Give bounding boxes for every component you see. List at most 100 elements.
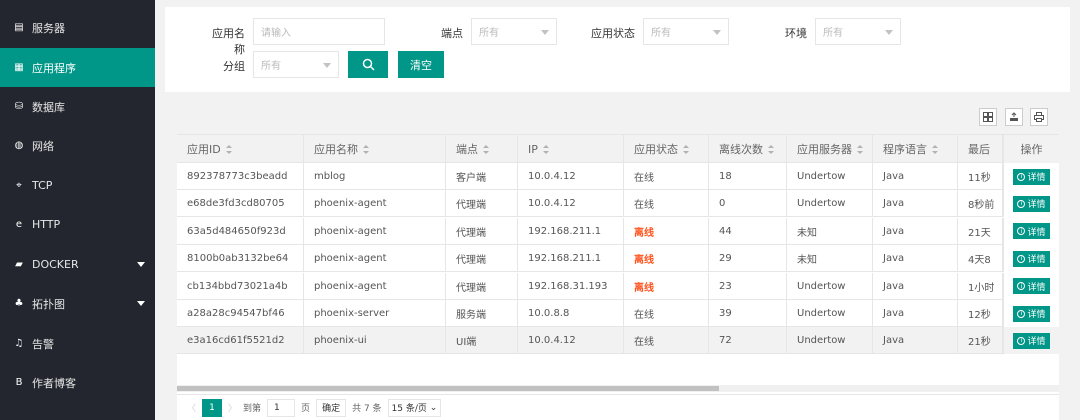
export-icon [1010,112,1018,121]
page-size-select[interactable]: 15 条/页 ⌄ [387,398,442,417]
sidebar-item-7[interactable]: ♣ 拓扑图 [0,284,155,323]
cell-ip: 10.0.4.12 [518,163,624,190]
column-header[interactable]: 端点 [446,135,518,163]
info-icon: i [1017,227,1026,236]
sort-icon[interactable] [363,144,369,154]
detail-button-label: 详情 [1027,337,1046,348]
cell-last: 12秒 [958,300,1003,327]
cell-endpoint: 代理端 [446,190,518,218]
cell-ip: 192.168.211.1 [518,245,624,273]
chevron-down-icon [541,30,549,35]
table-row[interactable]: 892378773c3beadd mblog 客户端 10.0.4.12 在线 18 Und… [177,163,1059,190]
group-select[interactable]: 所有 [253,51,339,78]
clear-button[interactable]: 清空 [398,51,444,78]
sort-icon[interactable] [768,144,774,154]
column-header[interactable]: IP [518,135,624,163]
table-toolbar [177,100,1059,135]
scrollbar-thumb[interactable] [177,386,719,391]
export-button[interactable] [1005,108,1023,126]
column-header[interactable]: 离线次数 [709,135,787,163]
app-name-input[interactable]: 请输入 [253,18,385,45]
sidebar-item-label: 数据库 [32,100,65,114]
sidebar-item-8[interactable]: ♫ 告警 [0,324,155,363]
sort-icon[interactable] [542,144,549,154]
page-1-button[interactable]: 1 [202,398,223,417]
cell-server: 未知 [787,245,873,273]
app-table-card: 应用ID 应用名称 端点 IP 应用状态 离线次数 应用服务器 程序语言 最后 操作 89237… [177,100,1059,420]
column-header-label: 应用名称 [314,143,358,156]
cell-last: 11秒 [958,163,1003,190]
main-content: 应用名称 请输入 端点 所有 应用状态 所有 环境 所有 分组 所有 清空 应用… [165,0,1080,420]
cell-ip: 10.0.4.12 [518,190,624,218]
sidebar-item-0[interactable]: ▤ 服务器 [0,8,155,47]
sort-icon[interactable] [857,144,863,154]
endpoint-select[interactable]: 所有 [471,18,557,45]
sort-icon[interactable] [483,144,489,154]
column-header-label: 端点 [456,143,478,156]
goto-label: 到第 [243,404,262,414]
cell-last: 8秒前 [958,190,1003,218]
sidebar-item-6[interactable]: ▰ DOCKER [0,245,155,284]
table-row[interactable]: a28a28c94547bf46 phoenix-server 服务端 10.0.8.… [177,300,1059,327]
detail-button[interactable]: i 详情 [1013,250,1050,267]
column-header[interactable]: 应用名称 [304,135,446,163]
print-button[interactable] [1030,108,1048,126]
table-row[interactable]: e68de3fd3cd80705 phoenix-agent 代理端 10.0.4.1… [177,190,1059,218]
columns-filter-button[interactable] [979,108,997,126]
column-header[interactable]: 应用服务器 [787,135,873,163]
column-header[interactable]: 程序语言 [873,135,958,163]
next-page-button[interactable]: 〉 [228,401,237,414]
cell-lang: Java [873,217,958,245]
sort-icon[interactable] [683,144,689,154]
chevron-down-icon [713,30,721,35]
detail-button[interactable]: i 详情 [1013,332,1050,349]
env-label: 环境 [785,27,807,40]
op-cell: i 详情 [1003,272,1059,300]
goto-page-input[interactable]: 1 [267,398,296,417]
table-row[interactable]: cb134bbd73021a4b phoenix-agent 代理端 192.168.… [177,272,1059,300]
table-row[interactable]: e3a16cd61f5521d2 phoenix-ui UI端 10.0.4.12 在线… [177,327,1059,355]
env-select[interactable]: 所有 [815,18,901,45]
status-select[interactable]: 所有 [643,18,729,45]
detail-button-label: 详情 [1027,282,1046,293]
sidebar-item-label: 拓扑图 [32,297,65,311]
cell-lang: Java [873,163,958,190]
goto-confirm-button[interactable]: 确定 [316,398,347,417]
table-row[interactable]: 63a5d484650f923d phoenix-agent 代理端 192.168.… [177,217,1059,245]
detail-button[interactable]: i 详情 [1013,305,1050,322]
column-header[interactable]: 应用ID [177,135,304,163]
search-button[interactable] [348,51,388,78]
sidebar-item-3[interactable]: ◍ 网络 [0,126,155,165]
chevron-down-icon [885,30,893,35]
detail-button[interactable]: i 详情 [1013,223,1050,240]
caret-down-icon [137,262,145,267]
sidebar-item-9[interactable]: B 作者博客 [0,363,155,402]
cell-status: 离线 [624,217,709,245]
sort-icon[interactable] [932,144,938,154]
sidebar-item-4[interactable]: ⌖ TCP [0,166,155,205]
cell-server: Undertow [787,272,873,300]
detail-button[interactable]: i 详情 [1013,278,1050,295]
prev-page-button[interactable]: 〈 [187,401,196,414]
detail-button[interactable]: i 详情 [1013,168,1050,185]
cell-offline: 44 [709,217,787,245]
cell-name: phoenix-agent [304,272,446,300]
sidebar: ▤ 服务器 ▦ 应用程序 ⛁ 数据库 ◍ 网络 ⌖ TCP e HTTP ▰ DOCKER ♣ 拓扑图 ♫ 告警 B… [0,0,155,420]
sort-icon[interactable] [225,144,232,154]
info-icon: i [1017,309,1026,318]
print-icon [1034,112,1044,122]
total-count: 共 7 条 [352,404,382,414]
sidebar-item-label: TCP [32,179,53,192]
sidebar-item-2[interactable]: ⛁ 数据库 [0,87,155,126]
column-header-label: 程序语言 [883,143,927,156]
cell-last: 21天 [958,217,1003,245]
sidebar-item-1[interactable]: ▦ 应用程序 [0,48,155,87]
endpoint-label: 端点 [441,27,463,40]
column-header[interactable]: 应用状态 [624,135,709,163]
horizontal-scrollbar[interactable] [177,385,1059,392]
detail-button[interactable]: i 详情 [1013,195,1050,212]
sidebar-item-5[interactable]: e HTTP [0,205,155,244]
cell-id: 8100b0ab3132be64 [177,245,304,273]
column-header[interactable]: 最后 [958,135,1003,163]
table-row[interactable]: 8100b0ab3132be64 phoenix-agent 代理端 192.168.… [177,245,1059,273]
